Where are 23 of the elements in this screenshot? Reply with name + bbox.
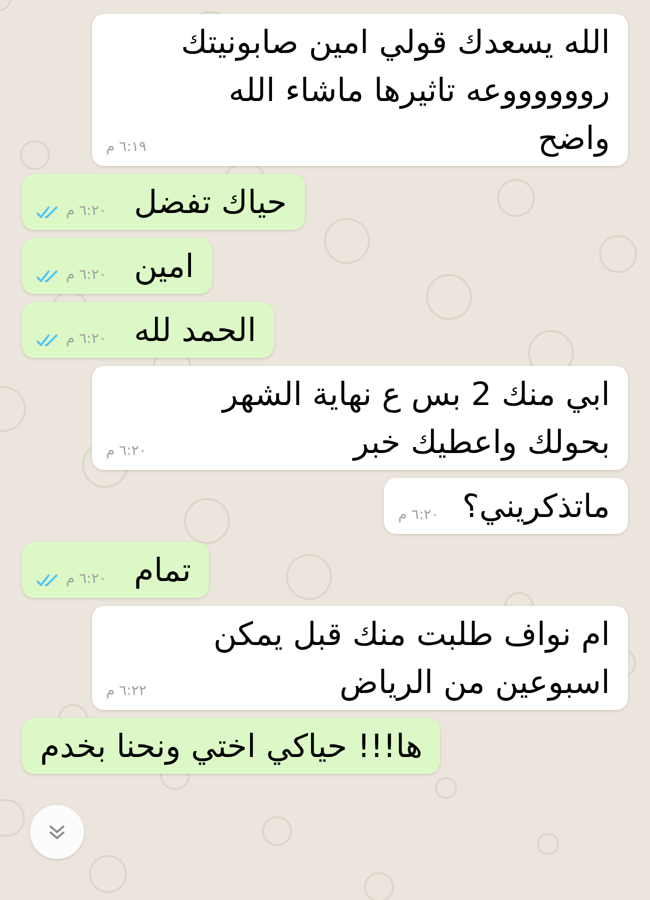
message-text: ها!!! حياكي اختي ونحنا بخدم <box>40 726 422 767</box>
message-time: ٦:٢٠ م <box>106 442 146 461</box>
message-time: ٦:٢٠ م <box>398 506 439 525</box>
message-text: الحمد لله <box>134 310 256 351</box>
scroll-down-button[interactable] <box>30 805 84 859</box>
message-text: ابي منك 2 بس ع نهاية الشهر بحولك واعطيك خبر <box>220 374 610 463</box>
message-text: حياك تفضل <box>134 182 287 223</box>
message-time: ٦:٢٠ م <box>66 266 106 285</box>
message-text: ام نواف طلبت منك قبل يمكن اسبوعين من الرياض <box>212 614 610 703</box>
message-time: ٦:٢٠ م <box>66 202 106 221</box>
double-check-icon <box>36 572 60 586</box>
chevron-down-icon <box>47 823 67 841</box>
double-check-icon <box>36 204 60 218</box>
message-text: ماتذكريني؟ <box>462 486 610 527</box>
message-text: امين <box>134 246 194 287</box>
message-text: تمام <box>134 550 191 591</box>
message-time: ٦:١٩ م <box>106 138 146 157</box>
double-check-icon <box>36 268 60 282</box>
message-time: ٦:٢٠ م <box>66 330 106 349</box>
message-text: الله يسعدك قولي امين صابونيتك رووووووعه تاثيرها ماشاء الله واضح <box>180 22 610 159</box>
message-time: ٦:٢٢ م <box>106 682 146 701</box>
double-check-icon <box>36 332 60 346</box>
message-time: ٦:٢٠ م <box>66 570 106 589</box>
